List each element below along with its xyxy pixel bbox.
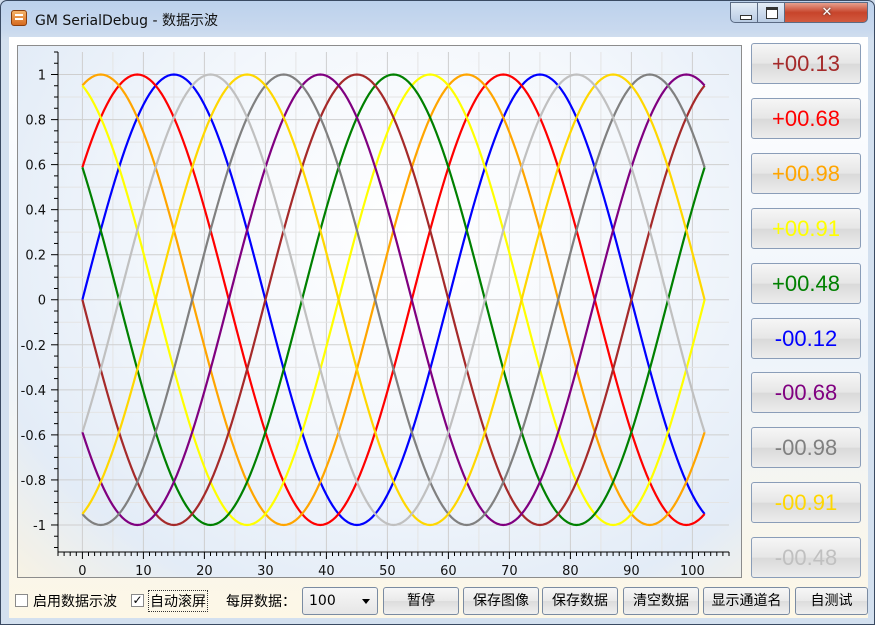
pause-button[interactable]: 暂停 — [383, 587, 459, 615]
x-tick-label: 80 — [562, 564, 579, 577]
per-screen-value: 100 — [309, 593, 336, 609]
client-area: 0 10 20 30 40 50 60 70 80 90 100 1 0.8 0.6 0.4 0.2 0 -0.2… — [9, 37, 868, 618]
auto-scroll-label[interactable]: 自动滚屏 — [148, 590, 208, 612]
app-window: GM SerialDebug - 数据示波 010203040506070809… — [0, 0, 875, 625]
auto-scroll-checkbox[interactable]: ✓ — [131, 594, 144, 607]
bottom-toolbar: 启用数据示波 ✓ 自动滚屏 每屏数据： 100 暂停 保存图像 保存数据 清空数… — [9, 583, 868, 615]
x-tick-label: 30 — [257, 564, 274, 577]
x-tick-label: 40 — [318, 564, 335, 577]
x-tick-label: 0 — [78, 564, 86, 577]
x-tick-label: 60 — [440, 564, 457, 577]
clear-data-button[interactable]: 清空数据 — [623, 587, 699, 615]
y-tick-label: -0.6 — [21, 429, 46, 444]
channel-value-button[interactable]: +00.68 — [751, 97, 861, 139]
enable-wave-checkbox[interactable] — [15, 594, 28, 607]
x-tick-label: 100 — [680, 564, 705, 577]
y-tick-label: 0.8 — [25, 114, 46, 129]
y-tick-label: -0.2 — [21, 339, 46, 354]
enable-wave-label[interactable]: 启用数据示波 — [33, 591, 117, 611]
window-title: GM SerialDebug - 数据示波 — [35, 13, 218, 29]
channel-value-button[interactable]: +00.98 — [751, 152, 861, 194]
x-tick-label: 10 — [135, 564, 152, 577]
close-button[interactable] — [784, 2, 869, 23]
minimize-button[interactable] — [730, 2, 758, 23]
y-tick-label: 0.4 — [25, 204, 46, 219]
channel-value-button[interactable]: +00.48 — [751, 262, 861, 304]
y-tick-label: 1 — [38, 69, 46, 84]
chevron-down-icon — [362, 599, 370, 604]
channel-value-button[interactable]: -00.98 — [751, 427, 861, 469]
x-tick-label: 20 — [196, 564, 213, 577]
channel-value-button[interactable]: -00.48 — [751, 537, 861, 579]
save-image-button[interactable]: 保存图像 — [463, 587, 539, 615]
channel-value-button[interactable]: -00.91 — [751, 482, 861, 524]
channel-value-button[interactable]: +00.91 — [751, 207, 861, 249]
channel-value-button[interactable]: +00.13 — [751, 43, 861, 84]
maximize-button[interactable] — [757, 2, 785, 23]
per-screen-label: 每屏数据： — [226, 594, 296, 610]
x-tick-label: 50 — [379, 564, 396, 577]
y-tick-label: 0.2 — [25, 249, 46, 264]
title-bar[interactable]: GM SerialDebug - 数据示波 — [1, 1, 874, 37]
waveform-chart: 0 10 20 30 40 50 60 70 80 90 100 1 0.8 0.6 0.4 0.2 0 -0.2… — [21, 51, 730, 577]
y-tick-label: -1 — [33, 519, 46, 534]
y-tick-label: 0.6 — [25, 159, 46, 174]
per-screen-select[interactable]: 100 — [302, 587, 378, 615]
save-data-button[interactable]: 保存数据 — [542, 587, 618, 615]
channel-value-button[interactable]: -00.12 — [751, 317, 861, 359]
self-test-button[interactable]: 自测试 — [795, 587, 868, 615]
channel-value-button[interactable]: -00.68 — [751, 372, 861, 414]
app-icon — [11, 10, 27, 26]
y-tick-label: 0 — [38, 294, 46, 309]
show-channel-names-button[interactable]: 显示通道名 — [703, 587, 790, 615]
y-tick-label: -0.4 — [21, 384, 46, 399]
x-tick-label: 70 — [501, 564, 518, 577]
waveform-plot: 0 10 20 30 40 50 60 70 80 90 100 1 0.8 0.6 0.4 0.2 0 -0.2… — [17, 45, 742, 578]
x-tick-label: 90 — [623, 564, 640, 577]
y-tick-label: -0.8 — [21, 474, 46, 489]
